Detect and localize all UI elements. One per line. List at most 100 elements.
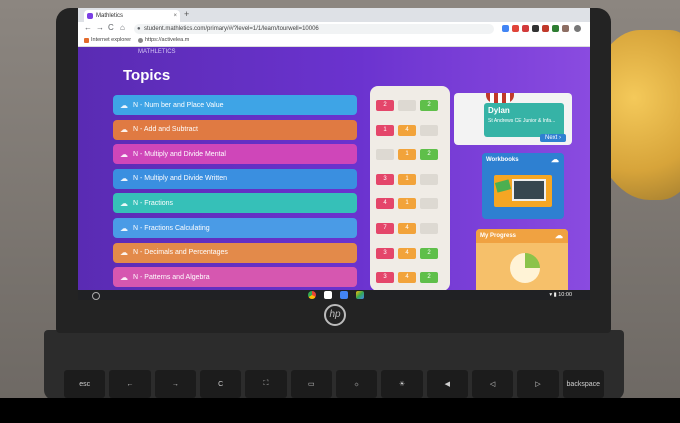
extension-icon[interactable] — [562, 25, 569, 32]
keyboard-key[interactable]: C — [199, 370, 242, 398]
topic-row[interactable]: ☁ N - Fractions Calculating — [113, 218, 357, 238]
bookmark-internet-explorer[interactable]: Internet explorer — [84, 37, 131, 43]
cloud-icon: ☁ — [120, 149, 128, 159]
chrome-icon[interactable] — [308, 291, 316, 299]
topic-label: N - Patterns and Algebra — [133, 273, 210, 281]
new-tab-button[interactable]: + — [184, 9, 189, 19]
tab-mathletics[interactable]: Mathletics × — [84, 10, 180, 22]
next-button[interactable]: Next › — [539, 134, 566, 142]
mathletics-favicon-icon — [87, 13, 93, 19]
home-button[interactable]: ⌂ — [120, 23, 125, 32]
workbook-illustration — [494, 175, 552, 207]
score-chip: 4 — [376, 198, 394, 210]
bookmark-activelearn[interactable]: https://activelea.m — [138, 37, 189, 43]
score-chip — [420, 198, 438, 210]
mathletics-page: MATHLETICS Topics ☁ N - Num ber and Place… — [78, 47, 590, 290]
topic-label: N - Decimals and Percentages — [133, 249, 228, 257]
topic-row[interactable]: ☁ N - Add and Subtract — [113, 119, 357, 140]
topic-row[interactable]: ☁ N - Patterns and Algebra — [113, 267, 357, 288]
reload-button[interactable]: C — [108, 23, 114, 32]
forward-button[interactable]: → — [96, 23, 104, 32]
system-tray[interactable]: ▾ ▮ 10:00 — [549, 290, 572, 300]
address-bar[interactable]: ● student.mathletics.com/primary/#/?leve… — [134, 24, 494, 34]
keyboard-key[interactable]: ← — [109, 370, 151, 398]
next-button-label: Next — [544, 135, 558, 141]
topic-row[interactable]: ☁ N - Multiply and Divide Written — [113, 168, 357, 189]
cloud-icon: ☁ — [120, 100, 128, 110]
url-text: student.mathletics.com/primary/#/?level=… — [144, 26, 319, 32]
book-icon — [494, 179, 512, 193]
score-chip — [420, 223, 438, 234]
student-card: Dylan St Andrews CE Junior & Infa... Nex… — [454, 93, 572, 145]
extension-icon[interactable] — [512, 25, 519, 32]
topic-label: N - Multiply and Divide Mental — [133, 150, 226, 158]
browser-toolbar: ← → C ⌂ ● student.mathletics.com/primary… — [78, 22, 590, 36]
topics-heading: Topics — [123, 67, 171, 84]
score-chip: 1 — [398, 149, 416, 161]
bookmark-label: https://activelea.m — [145, 37, 190, 43]
topic-row[interactable]: ☁ N - Multiply and Divide Mental — [113, 144, 357, 165]
cloud-icon: ☁ — [555, 231, 563, 240]
topic-label: N - Fractions — [133, 199, 174, 207]
topic-row[interactable]: ☁ N - Decimals and Percentages — [113, 242, 357, 263]
keyboard-key[interactable]: → — [154, 370, 196, 398]
score-chip: 4 — [398, 124, 416, 136]
chevron-right-icon: › — [559, 135, 561, 141]
workbooks-card[interactable]: Workbooks ☁ — [482, 153, 564, 219]
laptop-screen: Mathletics × + ← → C ⌂ ● student.mathlet… — [78, 8, 590, 300]
progress-header: My Progress ☁ — [476, 229, 568, 243]
bookmark-icon — [84, 37, 89, 43]
extension-icon[interactable] — [502, 25, 509, 32]
topic-label: N - Add and Subtract — [133, 126, 198, 134]
score-chip — [376, 149, 394, 161]
keyboard-key[interactable]: ☀ — [381, 370, 423, 398]
extension-icon[interactable] — [522, 25, 529, 32]
tab-close-icon[interactable]: × — [173, 10, 177, 22]
cloud-icon: ☁ — [120, 174, 128, 184]
profile-avatar[interactable] — [574, 25, 581, 32]
extension-icon[interactable] — [542, 25, 549, 32]
topic-row[interactable]: ☁ N - Fractions — [113, 193, 357, 214]
topic-label: N - Num ber and Place Value — [133, 101, 224, 109]
keyboard-key[interactable]: ☼ — [335, 370, 378, 398]
tab-strip: Mathletics × + — [78, 8, 590, 22]
score-chip: 1 — [398, 198, 416, 210]
clock: 10:00 — [558, 292, 572, 298]
cloud-icon: ☁ — [120, 198, 128, 208]
wifi-icon: ▾ — [549, 292, 553, 298]
cloud-icon: ☁ — [120, 125, 128, 135]
progress-card[interactable]: My Progress ☁ — [476, 229, 568, 290]
hp-logo: hp — [324, 304, 346, 326]
keyboard-key[interactable]: ◀ — [426, 370, 468, 398]
score-chip: 2 — [420, 247, 438, 259]
progress-title: My Progress — [480, 233, 517, 239]
score-panel: 221412314174342342 — [370, 86, 450, 290]
keyboard-key[interactable]: ⛶ — [245, 370, 287, 398]
keyboard-key[interactable]: esc — [64, 370, 106, 398]
score-chip: 2 — [376, 100, 394, 111]
student-school: St Andrews CE Junior & Infa... — [488, 118, 556, 124]
extension-icon[interactable] — [552, 25, 559, 32]
extension-icon[interactable] — [532, 25, 539, 32]
chromeos-shelf: ▾ ▮ 10:00 — [78, 290, 590, 300]
keyboard-key[interactable]: backspace — [562, 370, 604, 398]
bottom-black-bar — [0, 398, 680, 423]
score-chip: 3 — [376, 173, 394, 185]
gmail-icon[interactable] — [324, 291, 332, 299]
play-store-icon[interactable] — [356, 291, 364, 299]
keyboard-key[interactable]: ◁ — [471, 370, 514, 398]
launcher-button[interactable] — [92, 292, 100, 300]
topic-row[interactable]: ☁ N - Num ber and Place Value — [113, 95, 357, 115]
back-button[interactable]: ← — [84, 23, 92, 32]
tab-title: Mathletics — [96, 13, 124, 19]
keyboard-key[interactable]: ▷ — [517, 370, 559, 398]
bookmarks-bar: Internet explorer https://activelea.m — [78, 36, 590, 47]
laptop-illustration-icon — [512, 179, 546, 201]
cloud-icon: ☁ — [120, 272, 128, 282]
topic-label: N - Fractions Calculating — [133, 224, 210, 232]
keyboard-key[interactable]: ▭ — [290, 370, 332, 398]
workbooks-title: Workbooks — [486, 157, 519, 163]
student-info-box: Dylan St Andrews CE Junior & Infa... — [484, 103, 564, 137]
student-name: Dylan — [488, 106, 510, 115]
docs-icon[interactable] — [340, 291, 348, 299]
